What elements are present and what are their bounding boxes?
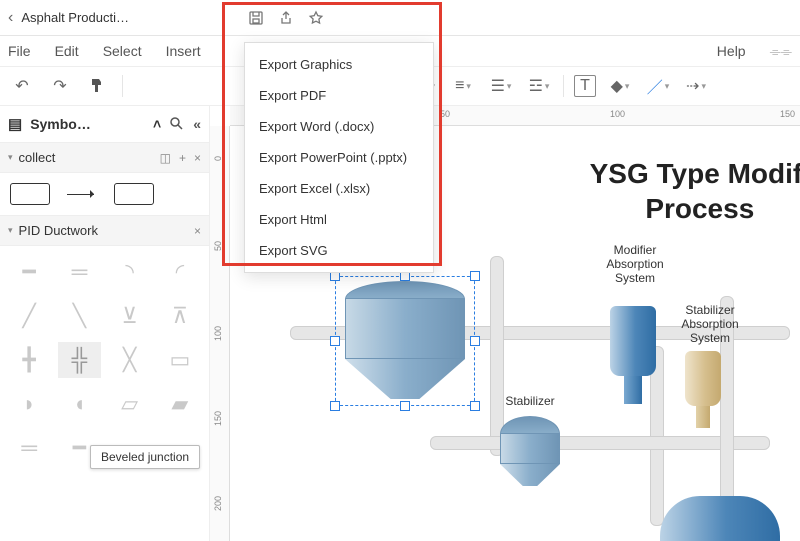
duct-symbol[interactable]: ⊻ (109, 298, 151, 334)
duct-symbol[interactable]: ⊼ (159, 298, 201, 334)
duct-symbol[interactable]: ╲ (58, 298, 100, 334)
duct-symbol[interactable]: ╳ (109, 342, 151, 378)
shape-rect-2[interactable] (114, 183, 154, 205)
pipe (430, 436, 770, 450)
export-html[interactable]: Export Html (245, 204, 433, 235)
duct-symbol[interactable]: ▱ (109, 386, 151, 422)
duct-symbol[interactable]: ╱ (8, 298, 50, 334)
line-icon[interactable]: ／ (644, 72, 672, 100)
back-icon[interactable]: ‹ (8, 9, 13, 27)
symbols-panel-title: Symbo… (30, 116, 145, 132)
tank-large[interactable] (660, 496, 780, 541)
format-painter-icon[interactable] (84, 72, 112, 100)
export-svg[interactable]: Export SVG (245, 235, 433, 266)
menu-insert[interactable]: Insert (166, 43, 201, 59)
share-icon[interactable] (275, 7, 297, 29)
diagram-title: YSG Type Modifi Process (590, 156, 800, 226)
duct-symbol[interactable]: ▰ (159, 386, 201, 422)
vessel-stabilizer[interactable] (500, 416, 560, 486)
collapse-left-icon[interactable]: « (193, 116, 201, 133)
chevron-down-icon: ▾ (8, 225, 13, 236)
tooltip: Beveled junction (90, 445, 200, 469)
align-icon[interactable]: ≡ (449, 72, 477, 100)
duct-symbol[interactable]: ◝ (109, 254, 151, 290)
duct-symbol[interactable]: ╋ (8, 342, 50, 378)
export-excel[interactable]: Export Excel (.xlsx) (245, 173, 433, 204)
selection-box[interactable] (335, 276, 475, 406)
duct-symbol[interactable]: ▭ (159, 342, 201, 378)
menu-help[interactable]: Help (717, 43, 746, 59)
duct-symbol[interactable]: ═ (58, 254, 100, 290)
label-stabilizer-absorption: Stabilizer Absorption System (665, 304, 755, 345)
close-icon[interactable]: × (194, 224, 201, 238)
duct-beveled-junction[interactable]: ╬ (58, 342, 100, 378)
glasses-icon[interactable]: ⌯⌯ (770, 43, 792, 60)
export-word[interactable]: Export Word (.docx) (245, 111, 433, 142)
duct-symbol[interactable]: ◗ (8, 386, 50, 422)
fill-icon[interactable]: ◆ (606, 72, 634, 100)
menu-file[interactable]: File (8, 43, 31, 59)
ruler-vertical: 0 50 100 150 200 (210, 126, 230, 541)
symbols-icon: ▤ (8, 115, 22, 133)
close-icon[interactable]: × (194, 151, 201, 165)
star-icon[interactable] (305, 7, 327, 29)
section-ductwork[interactable]: ▾ PID Ductwork × (0, 216, 209, 246)
shape-rect[interactable] (10, 183, 50, 205)
label-stabilizer: Stabilizer (500, 394, 560, 408)
export-graphics[interactable]: Export Graphics (245, 49, 433, 80)
section-collect[interactable]: ▾ collect ◫ + × (0, 143, 209, 173)
tank-modifier-absorption[interactable] (610, 306, 656, 404)
line-spacing-icon[interactable]: ☰ (487, 72, 515, 100)
undo-icon[interactable]: ↶ (8, 72, 36, 100)
open-icon[interactable]: ◫ (160, 151, 171, 165)
collapse-up-icon[interactable]: ˄ (153, 116, 161, 132)
menu-select[interactable]: Select (103, 43, 142, 59)
tank-stabilizer-absorption[interactable] (685, 351, 721, 428)
document-title: Asphalt Producti… (21, 10, 129, 25)
add-icon[interactable]: + (179, 151, 186, 165)
chevron-down-icon: ▾ (8, 152, 13, 163)
label-modifier-absorption: Modifier Absorption System (590, 244, 680, 285)
export-powerpoint[interactable]: Export PowerPoint (.pptx) (245, 142, 433, 173)
search-icon[interactable] (169, 116, 183, 133)
duct-symbol[interactable]: ═ (8, 430, 50, 466)
export-menu: Export Graphics Export PDF Export Word (… (244, 42, 434, 273)
duct-symbol[interactable]: ━ (8, 254, 50, 290)
export-pdf[interactable]: Export PDF (245, 80, 433, 111)
text-tool-icon[interactable]: T (574, 75, 596, 97)
shape-arrow[interactable] (62, 183, 102, 205)
redo-icon[interactable]: ↷ (46, 72, 74, 100)
menu-edit[interactable]: Edit (55, 43, 79, 59)
list-icon[interactable]: ☲ (525, 72, 553, 100)
duct-symbol[interactable]: ◜ (159, 254, 201, 290)
save-icon[interactable] (245, 7, 267, 29)
duct-symbol[interactable]: ◖ (58, 386, 100, 422)
connector-icon[interactable]: ⇢ (682, 72, 710, 100)
